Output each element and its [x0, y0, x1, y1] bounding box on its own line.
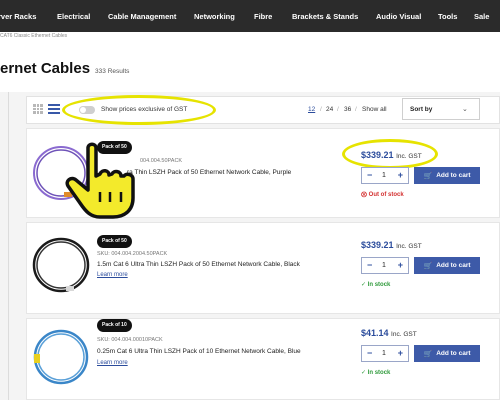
chevron-down-icon: ⌄ — [462, 106, 468, 113]
add-to-cart-label: Add to cart — [436, 262, 471, 269]
page-size-separator: / — [355, 106, 357, 113]
stock-status: ✓ In stock — [361, 370, 391, 376]
page-size-24[interactable]: 24 — [326, 106, 333, 113]
product-image-blue-cable[interactable] — [30, 324, 92, 390]
cart-icon: 🛒 — [423, 350, 433, 358]
product-sku: SKU: 004.004.2004.50PACK — [97, 251, 168, 257]
product-name[interactable]: 0.25m Cat 6 Ultra Thin LSZH Pack of 10 E… — [97, 348, 301, 355]
learn-more-link[interactable]: Learn more — [97, 360, 128, 366]
nav-item-sale[interactable]: Sale — [474, 12, 489, 21]
page-size-12[interactable]: 12 — [308, 106, 315, 113]
check-circle-icon: ✓ — [361, 370, 367, 376]
quantity-value[interactable]: 1 — [382, 350, 386, 357]
top-navigation: rver Racks Electrical Cable Management N… — [0, 0, 500, 32]
plus-icon[interactable]: + — [398, 260, 403, 270]
close-circle-icon: ⨂ — [361, 192, 367, 198]
add-to-cart-label: Add to cart — [436, 172, 471, 179]
plus-icon[interactable]: + — [398, 348, 403, 358]
quantity-value[interactable]: 1 — [382, 172, 386, 179]
gst-note: Inc. GST — [396, 243, 422, 250]
gst-note: Inc. GST — [391, 331, 417, 338]
highlight-ellipse-price — [342, 139, 438, 169]
product-name[interactable]: 1.5m Cat 6 Ultra Thin LSZH Pack of 50 Et… — [97, 261, 300, 268]
learn-more-link[interactable]: Learn more — [97, 272, 128, 278]
product-image-black-cable[interactable] — [30, 232, 92, 298]
product-sku: 004.004.50PACK — [140, 158, 183, 164]
sort-by-label: Sort by — [410, 106, 433, 113]
stock-status: ⨂ Out of stock — [361, 192, 404, 198]
page-size-separator: / — [320, 106, 322, 113]
nav-item-fibre[interactable]: Fibre — [254, 12, 272, 21]
pack-badge: Pack of 50 — [97, 235, 132, 248]
quantity-stepper[interactable]: − 1 + — [361, 345, 409, 362]
check-circle-icon: ✓ — [361, 282, 367, 288]
highlight-ellipse-gst — [62, 95, 216, 125]
list-view-icon[interactable] — [48, 104, 60, 114]
cart-icon: 🛒 — [423, 172, 433, 180]
nav-item-server-racks[interactable]: rver Racks — [0, 12, 36, 21]
grid-view-icon[interactable] — [33, 104, 43, 114]
breadcrumb[interactable]: CAT6 Classic Ethernet Cables — [0, 33, 67, 39]
pack-badge: Pack of 10 — [97, 319, 132, 332]
minus-icon[interactable]: − — [367, 170, 372, 180]
product-name[interactable]: ra Thin LSZH Pack of 50 Ethernet Network… — [127, 169, 291, 176]
nav-item-audio-visual[interactable]: Audio Visual — [376, 12, 421, 21]
page-size-separator: / — [337, 106, 339, 113]
page-title: ernet Cables — [0, 60, 91, 77]
minus-icon[interactable]: − — [367, 260, 372, 270]
divider — [8, 92, 9, 400]
product-price: $339.21 Inc. GST — [361, 240, 422, 250]
product-price: $41.14 Inc. GST — [361, 328, 417, 338]
add-to-cart-button[interactable]: 🛒 Add to cart — [414, 167, 480, 184]
nav-item-tools[interactable]: Tools — [438, 12, 457, 21]
nav-item-brackets-stands[interactable]: Brackets & Stands — [292, 12, 358, 21]
add-to-cart-button[interactable]: 🛒 Add to cart — [414, 257, 480, 274]
stock-status: ✓ In stock — [361, 282, 391, 288]
nav-item-electrical[interactable]: Electrical — [57, 12, 90, 21]
page-size-36[interactable]: 36 — [344, 106, 351, 113]
nav-item-networking[interactable]: Networking — [194, 12, 235, 21]
minus-icon[interactable]: − — [367, 348, 372, 358]
product-sku: SKU: 004.004.00010PACK — [97, 337, 163, 343]
cart-icon: 🛒 — [423, 262, 433, 270]
pointing-hand-cursor-icon — [65, 142, 135, 219]
plus-icon[interactable]: + — [398, 170, 403, 180]
add-to-cart-button[interactable]: 🛒 Add to cart — [414, 345, 480, 362]
quantity-stepper[interactable]: − 1 + — [361, 257, 409, 274]
page-size-show-all[interactable]: Show all — [362, 106, 387, 113]
results-count: 333 Results — [95, 68, 130, 75]
nav-item-cable-management[interactable]: Cable Management — [108, 12, 176, 21]
quantity-stepper[interactable]: − 1 + — [361, 167, 409, 184]
quantity-value[interactable]: 1 — [382, 262, 386, 269]
add-to-cart-label: Add to cart — [436, 350, 471, 357]
title-row: ernet Cables 333 Results — [0, 60, 129, 77]
